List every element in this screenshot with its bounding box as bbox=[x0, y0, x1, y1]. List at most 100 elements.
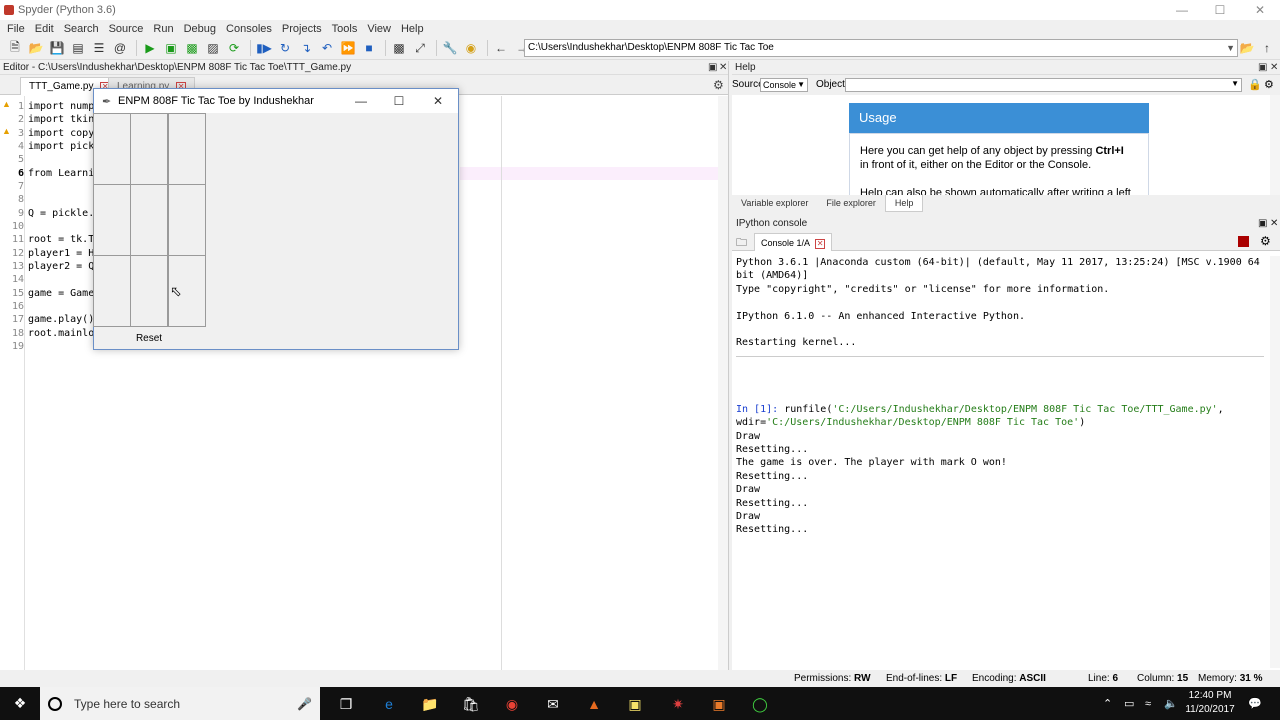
microphone-icon[interactable]: 🎤 bbox=[297, 697, 312, 711]
tab-file-explorer[interactable]: File explorer bbox=[817, 195, 885, 212]
tk-close-button[interactable]: ✕ bbox=[419, 89, 457, 113]
preferences-icon[interactable]: 🔧 bbox=[441, 39, 459, 57]
volume-icon[interactable]: 🔈 bbox=[1164, 687, 1178, 720]
app-icon[interactable]: ▣ bbox=[707, 692, 731, 716]
run-cell-advance-icon[interactable]: ▩ bbox=[183, 39, 201, 57]
stop-debug-icon[interactable]: ■ bbox=[360, 39, 378, 57]
board-cell-2-1[interactable] bbox=[130, 255, 168, 327]
tk-maximize-button[interactable]: ☐ bbox=[380, 89, 418, 113]
file-explorer-icon[interactable]: 📁 bbox=[418, 692, 442, 716]
menu-debug[interactable]: Debug bbox=[179, 23, 221, 35]
open-file-icon[interactable]: 📂 bbox=[27, 39, 45, 57]
tab-variable-explorer[interactable]: Variable explorer bbox=[732, 195, 817, 212]
maximize-pane-icon[interactable]: ▩ bbox=[390, 39, 408, 57]
menu-view[interactable]: View bbox=[362, 23, 396, 35]
battery-icon[interactable]: ▭ bbox=[1124, 687, 1134, 720]
browse-folder-icon[interactable]: 📂 bbox=[1238, 39, 1256, 57]
help-scrollbar[interactable] bbox=[1270, 95, 1280, 195]
notifications-icon[interactable]: 💬 bbox=[1248, 687, 1262, 720]
spyder-taskbar-icon[interactable]: ✷ bbox=[666, 692, 690, 716]
working-directory-input[interactable]: C:\Users\Indushekhar\Desktop\ENPM 808F T… bbox=[524, 39, 1238, 57]
back-icon[interactable]: ← bbox=[492, 39, 510, 57]
menu-search[interactable]: Search bbox=[59, 23, 104, 35]
board-cell-1-2[interactable] bbox=[168, 184, 206, 256]
matlab-icon[interactable]: ▲ bbox=[582, 692, 606, 716]
step-icon[interactable]: ↻ bbox=[276, 39, 294, 57]
python-tk-icon[interactable]: ◯ bbox=[748, 692, 772, 716]
lock-icon[interactable]: 🔒 bbox=[1248, 78, 1262, 91]
rerun-icon[interactable]: ⟳ bbox=[225, 39, 243, 57]
continue-icon[interactable]: ⏩ bbox=[339, 39, 357, 57]
new-file-icon[interactable]: 🗎 bbox=[6, 39, 24, 57]
menu-source[interactable]: Source bbox=[104, 23, 149, 35]
chevron-down-icon[interactable]: ▼ bbox=[1226, 40, 1235, 56]
source-select[interactable]: Console ▼ bbox=[760, 78, 808, 92]
step-into-icon[interactable]: ↴ bbox=[297, 39, 315, 57]
wifi-icon[interactable]: ≈ bbox=[1145, 687, 1151, 720]
console-output[interactable]: Python 3.6.1 |Anaconda custom (64-bit)| … bbox=[736, 256, 1268, 666]
menu-projects[interactable]: Projects bbox=[277, 23, 327, 35]
menu-consoles[interactable]: Consoles bbox=[221, 23, 277, 35]
reset-button[interactable]: Reset bbox=[131, 330, 167, 348]
parent-dir-icon[interactable]: ↑ bbox=[1258, 39, 1276, 57]
board-cell-1-0[interactable] bbox=[93, 184, 131, 256]
outline-icon[interactable]: ☰ bbox=[90, 39, 108, 57]
status-permissions: Permissions: RW bbox=[794, 673, 871, 684]
undock-icon[interactable]: ▣ bbox=[1258, 61, 1267, 75]
console-line: Resetting... bbox=[736, 444, 809, 456]
board-cell-1-1[interactable] bbox=[130, 184, 168, 256]
menu-tools[interactable]: Tools bbox=[327, 23, 363, 35]
show-hidden-icons[interactable]: ⌃ bbox=[1103, 687, 1112, 720]
tk-minimize-button[interactable]: — bbox=[342, 89, 380, 113]
python-path-icon[interactable]: ◉ bbox=[462, 39, 480, 57]
editor-scrollbar[interactable] bbox=[718, 96, 728, 670]
gear-icon[interactable]: ⚙ bbox=[713, 78, 724, 92]
board-cell-2-0[interactable] bbox=[93, 255, 131, 327]
run-selection-icon[interactable]: ▨ bbox=[204, 39, 222, 57]
folder-icon[interactable]: 🗀 bbox=[736, 234, 747, 253]
menu-file[interactable]: File bbox=[2, 23, 30, 35]
fullscreen-icon[interactable]: ⤢ bbox=[411, 39, 429, 57]
chrome-icon[interactable]: ◉ bbox=[500, 692, 524, 716]
gear-icon[interactable]: ⚙ bbox=[1264, 78, 1274, 91]
close-pane-icon[interactable]: ✕ bbox=[1270, 216, 1278, 231]
save-all-icon[interactable]: ▤ bbox=[69, 39, 87, 57]
run-cell-icon[interactable]: ▣ bbox=[162, 39, 180, 57]
close-tab-icon[interactable]: ✕ bbox=[815, 239, 826, 249]
close-button[interactable]: ✕ bbox=[1240, 0, 1280, 20]
board-cell-0-1[interactable] bbox=[130, 113, 168, 185]
menu-run[interactable]: Run bbox=[148, 23, 178, 35]
step-return-icon[interactable]: ↶ bbox=[318, 39, 336, 57]
status-memory: Memory: 31 % bbox=[1198, 673, 1263, 684]
close-pane-icon[interactable]: ✕ bbox=[1270, 61, 1278, 75]
mail-icon[interactable]: ✉ bbox=[541, 692, 565, 716]
run-icon[interactable]: ▶ bbox=[141, 39, 159, 57]
board-cell-0-0[interactable] bbox=[93, 113, 131, 185]
gear-icon[interactable]: ⚙ bbox=[1260, 234, 1271, 248]
board-cell-0-2[interactable] bbox=[168, 113, 206, 185]
object-input[interactable]: ▼ bbox=[845, 78, 1242, 92]
store-icon[interactable]: 🛍 bbox=[459, 692, 483, 716]
tab-help[interactable]: Help bbox=[884, 195, 924, 212]
edge-icon[interactable]: e bbox=[377, 692, 401, 716]
tab-console-1a[interactable]: Console 1/A ✕ bbox=[754, 233, 833, 251]
minimize-button[interactable]: — bbox=[1162, 0, 1202, 20]
undock-icon[interactable]: ▣ bbox=[708, 61, 717, 75]
task-view-icon[interactable]: ❐ bbox=[334, 692, 358, 716]
at-icon[interactable]: @ bbox=[111, 39, 129, 57]
console-scrollbar[interactable] bbox=[1270, 256, 1280, 668]
taskbar-search[interactable]: Type here to search 🎤 bbox=[40, 687, 320, 720]
clock-date: 11/20/2017 bbox=[1185, 704, 1235, 715]
sticky-notes-icon[interactable]: ▣ bbox=[623, 692, 647, 716]
menu-help[interactable]: Help bbox=[396, 23, 429, 35]
menu-edit[interactable]: Edit bbox=[30, 23, 59, 35]
undock-icon[interactable]: ▣ bbox=[1258, 216, 1267, 231]
maximize-button[interactable]: ☐ bbox=[1200, 0, 1240, 20]
close-pane-icon[interactable]: ✕ bbox=[719, 61, 727, 75]
taskbar-clock[interactable]: 12:40 PM 11/20/2017 bbox=[1180, 689, 1240, 717]
stop-kernel-icon[interactable] bbox=[1238, 236, 1249, 247]
debug-icon[interactable]: ▮▶ bbox=[255, 39, 273, 57]
save-icon[interactable]: 💾 bbox=[48, 39, 66, 57]
console-line: bit (AMD64)] bbox=[736, 270, 809, 282]
windows-start-icon[interactable]: ❖ bbox=[0, 687, 40, 720]
